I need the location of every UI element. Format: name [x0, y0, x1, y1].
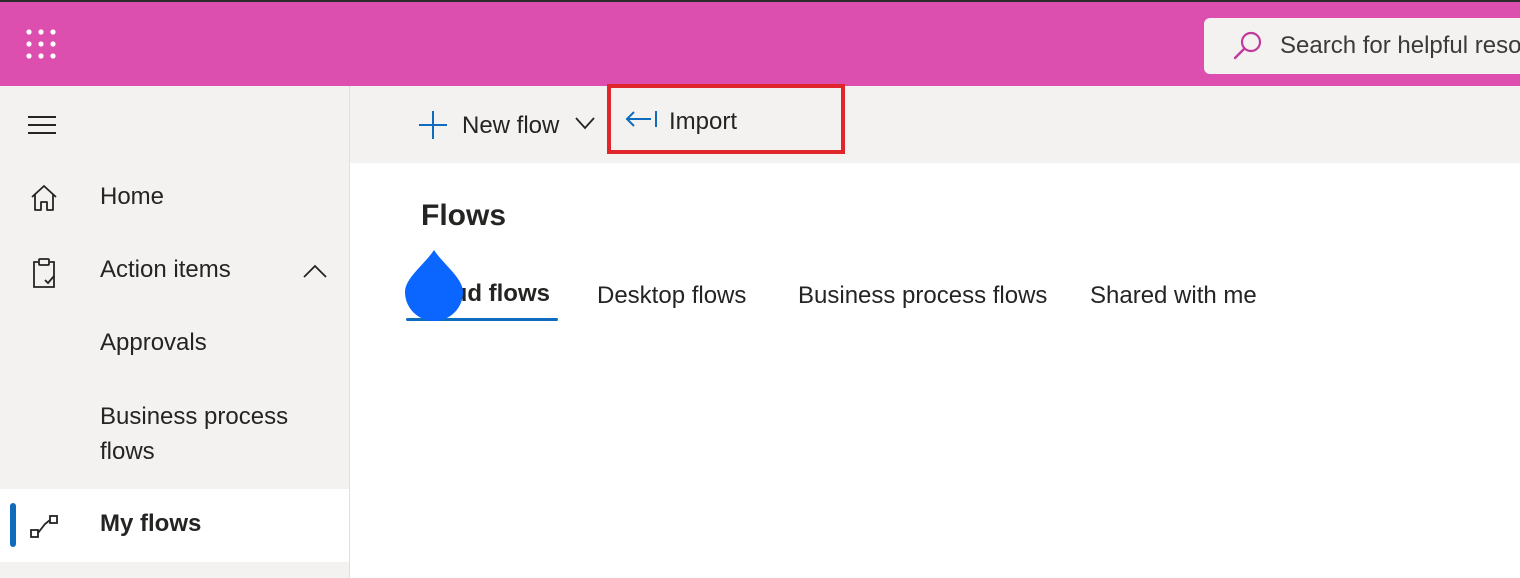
selection-indicator — [10, 503, 16, 547]
page-title: Flows — [421, 199, 507, 232]
nav-item-label: My flows — [100, 510, 202, 537]
home-icon — [31, 185, 57, 211]
hamburger-menu-icon[interactable] — [27, 114, 57, 136]
import-label: Import — [669, 108, 738, 135]
nav-item-business-process-flows[interactable]: Business process flows — [0, 397, 349, 477]
import-button[interactable]: Import — [607, 84, 845, 154]
chevron-down-icon[interactable] — [574, 116, 596, 130]
chevron-up-icon[interactable] — [302, 263, 328, 279]
search-input[interactable] — [1280, 28, 1520, 64]
tab-business-process-flows[interactable]: Business process flows — [798, 278, 1047, 314]
flow-tabs: Cloud flows Desktop flows Business proce… — [406, 270, 1306, 324]
nav-item-action-items[interactable]: Action items — [0, 249, 349, 293]
nav-item-approvals[interactable]: Approvals — [0, 324, 349, 368]
import-arrow-icon — [625, 111, 657, 127]
search-box[interactable] — [1204, 18, 1520, 74]
cursor-marker-icon — [405, 250, 463, 321]
new-flow-button[interactable]: New flow — [408, 104, 598, 146]
nav-item-label: Action items — [100, 256, 231, 283]
clipboard-check-icon — [33, 258, 55, 288]
plus-icon — [419, 111, 447, 139]
nav-item-my-flows[interactable]: My flows — [0, 489, 349, 562]
app-launcher-icon[interactable] — [26, 29, 56, 59]
new-flow-label: New flow — [462, 112, 560, 139]
tab-desktop-flows[interactable]: Desktop flows — [597, 278, 746, 314]
nav-item-label: Home — [100, 183, 165, 210]
nav-item-label: Business process flows — [100, 403, 289, 465]
top-header-bar — [0, 0, 1520, 86]
left-navigation: Home Action items Approvals Business pro… — [0, 86, 350, 578]
nav-item-label: Approvals — [100, 329, 207, 356]
nav-item-home[interactable]: Home — [0, 176, 349, 220]
tab-shared-with-me[interactable]: Shared with me — [1090, 278, 1257, 314]
flow-icon — [30, 515, 58, 538]
command-bar: New flow Import — [350, 84, 1520, 163]
search-icon — [1233, 31, 1262, 60]
